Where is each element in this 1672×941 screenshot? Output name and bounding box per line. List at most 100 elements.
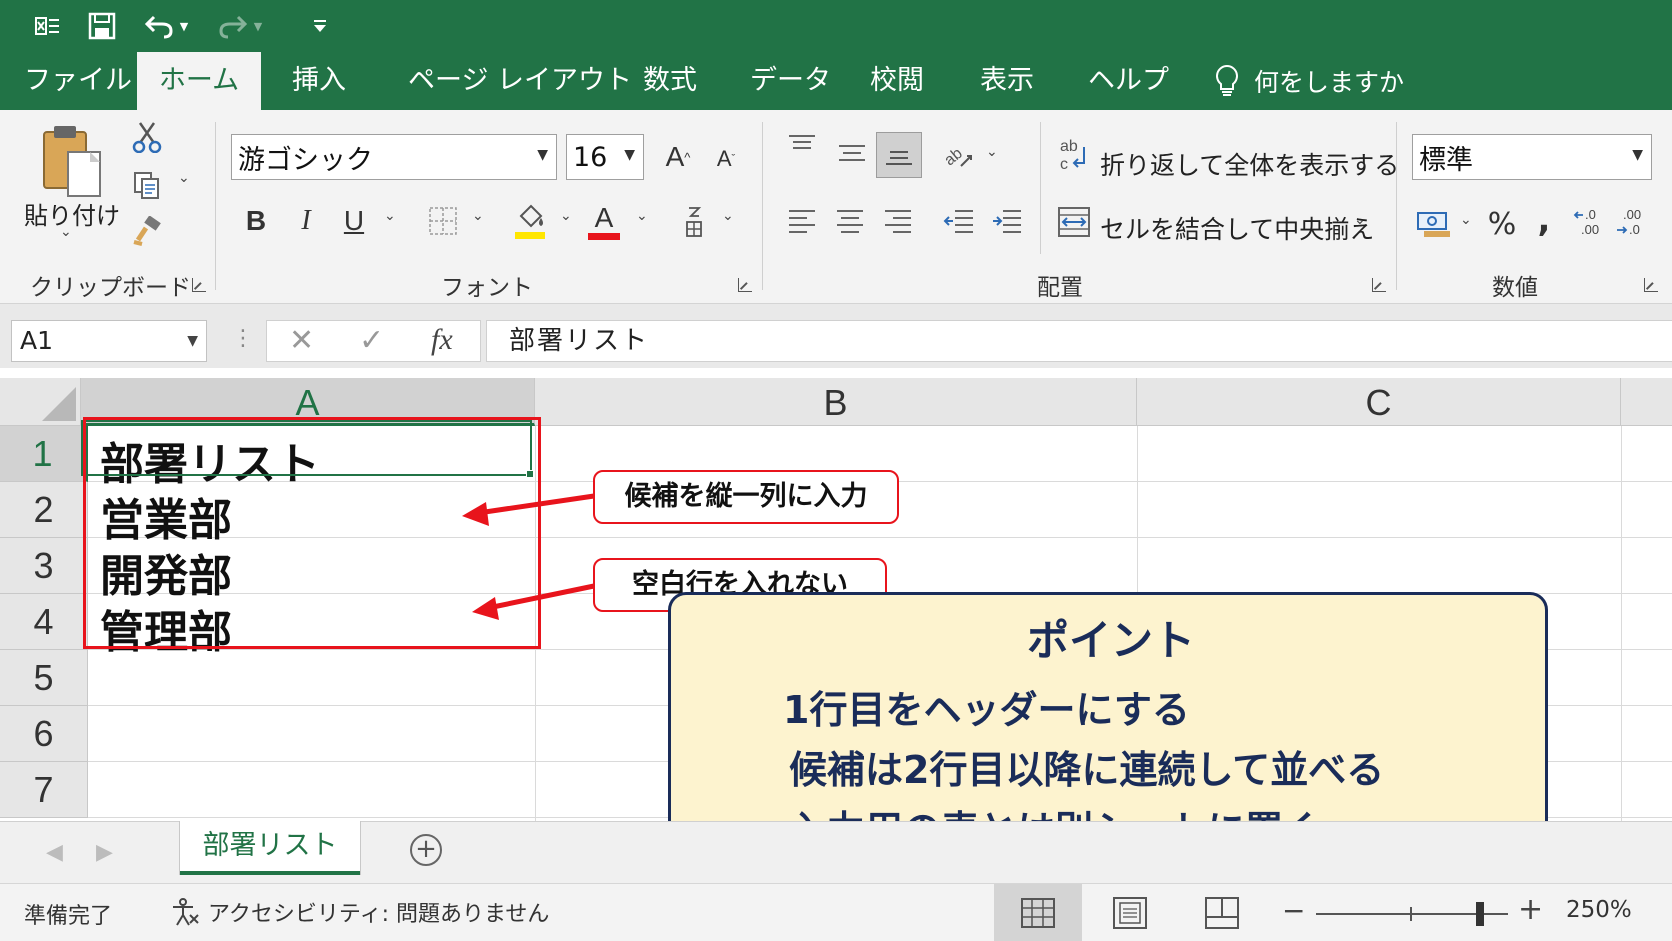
accessibility-status[interactable]: アクセシビリティ: 問題ありません: [170, 896, 549, 928]
comma-style-button[interactable]: ,: [1532, 200, 1556, 240]
chevron-down-icon[interactable]: ⌄: [560, 208, 572, 224]
customize-toolbar-icon[interactable]: [306, 8, 334, 44]
sheet-tab-department-list[interactable]: 部署リスト: [180, 821, 360, 875]
chevron-down-icon[interactable]: ⌄: [1460, 212, 1472, 228]
column-header-d[interactable]: [1621, 378, 1672, 426]
row-header-7[interactable]: 7: [0, 762, 88, 818]
prev-sheet-icon[interactable]: ◀: [46, 840, 63, 865]
add-sheet-icon[interactable]: +: [410, 834, 442, 866]
cut-icon[interactable]: [130, 120, 164, 154]
zoom-in-button[interactable]: +: [1518, 892, 1543, 927]
svg-text:.0: .0: [1629, 222, 1640, 237]
decrease-indent-icon[interactable]: [942, 204, 976, 240]
merge-center-icon[interactable]: [1056, 202, 1092, 242]
phonetic-icon[interactable]: [680, 202, 708, 242]
point-title: ポイント: [1026, 616, 1195, 665]
enter-icon[interactable]: ✓: [359, 323, 384, 358]
chevron-down-icon[interactable]: ⌄: [1354, 212, 1366, 228]
column-header-c[interactable]: C: [1137, 378, 1621, 426]
column-header-b[interactable]: B: [535, 378, 1137, 426]
tab-insert[interactable]: 挿入: [292, 52, 346, 110]
tab-home[interactable]: ホーム: [137, 52, 261, 110]
tab-review[interactable]: 校閲: [870, 52, 924, 110]
save-icon[interactable]: [84, 8, 120, 44]
select-all-button[interactable]: [0, 378, 81, 426]
percent-style-button[interactable]: %: [1484, 204, 1520, 244]
cancel-icon[interactable]: ✕: [289, 323, 314, 358]
orientation-icon[interactable]: ab: [940, 134, 976, 174]
wrap-text-icon[interactable]: ab c: [1056, 134, 1092, 174]
top-align-icon[interactable]: [786, 130, 818, 160]
redo-icon[interactable]: ▼: [210, 8, 270, 44]
chevron-down-icon[interactable]: ⌄: [636, 208, 648, 224]
increase-decimal-icon[interactable]: .0.00: [1572, 204, 1608, 242]
page-layout-view-button[interactable]: [1086, 884, 1174, 941]
next-sheet-icon[interactable]: ▶: [96, 840, 113, 865]
number-launcher-icon[interactable]: [1644, 278, 1658, 292]
chevron-down-icon[interactable]: ⌄: [60, 224, 72, 240]
svg-text:.00: .00: [1623, 207, 1641, 222]
increase-indent-icon[interactable]: [990, 204, 1024, 240]
paste-icon[interactable]: [38, 122, 108, 202]
middle-align-icon[interactable]: [836, 138, 868, 168]
row-header-2[interactable]: 2: [0, 482, 88, 538]
clipboard-launcher-icon[interactable]: [192, 278, 206, 292]
chevron-down-icon[interactable]: ⌄: [178, 170, 190, 186]
italic-button[interactable]: I: [290, 200, 322, 242]
align-left-icon[interactable]: [786, 204, 818, 240]
accounting-format-icon[interactable]: [1414, 206, 1454, 242]
row-header-1[interactable]: 1: [0, 426, 88, 482]
increase-font-size-icon[interactable]: A ^: [660, 134, 696, 180]
normal-view-button[interactable]: [994, 884, 1082, 941]
row-header-4[interactable]: 4: [0, 594, 88, 650]
undo-icon[interactable]: ▼: [136, 8, 196, 44]
formula-input[interactable]: 部署リスト: [486, 320, 1672, 362]
point-line-1: 1行目をヘッダーにする: [783, 688, 1190, 732]
row-header-5[interactable]: 5: [0, 650, 88, 706]
tab-file[interactable]: ファイル: [24, 52, 132, 110]
copy-icon[interactable]: [130, 168, 164, 202]
align-right-icon[interactable]: [882, 204, 914, 240]
font-name-select[interactable]: 游ゴシック ▼: [231, 134, 557, 180]
bottom-align-icon[interactable]: [876, 132, 922, 178]
chevron-down-icon[interactable]: ⌄: [472, 208, 484, 224]
paste-label[interactable]: 貼り付け: [24, 196, 120, 231]
tab-formulas[interactable]: 数式: [643, 52, 697, 110]
align-center-icon[interactable]: [834, 204, 866, 240]
decrease-decimal-icon[interactable]: .00.0: [1614, 204, 1650, 242]
insert-function-button[interactable]: fx: [431, 323, 453, 357]
decrease-font-size-icon[interactable]: Aˇ: [708, 138, 744, 180]
chevron-down-icon[interactable]: ⌄: [722, 208, 734, 224]
font-color-icon[interactable]: A: [586, 198, 622, 244]
tab-data[interactable]: データ: [750, 52, 831, 110]
tab-help[interactable]: ヘルプ: [1088, 52, 1169, 110]
bold-button[interactable]: B: [240, 200, 272, 242]
name-box[interactable]: A1 ▼: [11, 320, 207, 362]
font-launcher-icon[interactable]: [738, 278, 752, 292]
underline-button[interactable]: U: [338, 200, 370, 242]
tab-page-layout[interactable]: ページ レイアウト: [408, 52, 632, 110]
tell-me-search[interactable]: 何をしますか: [1214, 52, 1404, 110]
wrap-text-label[interactable]: 折り返して全体を表示する: [1100, 146, 1399, 182]
title-bar: ▼ ▼: [0, 0, 1672, 52]
autosave-icon[interactable]: [30, 8, 66, 44]
row-header-3[interactable]: 3: [0, 538, 88, 594]
borders-icon[interactable]: [426, 204, 460, 238]
tab-view[interactable]: 表示: [980, 52, 1034, 110]
number-format-select[interactable]: 標準 ▼: [1412, 134, 1652, 180]
row-header-6[interactable]: 6: [0, 706, 88, 762]
zoom-level[interactable]: 250%: [1566, 897, 1632, 923]
chevron-down-icon[interactable]: ⌄: [384, 208, 396, 224]
zoom-slider-thumb[interactable]: [1476, 902, 1484, 926]
fill-color-icon[interactable]: [512, 200, 548, 244]
format-painter-icon[interactable]: [130, 214, 164, 248]
number-group-label: 数値: [1492, 275, 1538, 301]
grid-line: [1621, 426, 1622, 821]
zoom-out-button[interactable]: −: [1282, 894, 1305, 927]
page-break-view-button[interactable]: [1178, 884, 1266, 941]
font-size-select[interactable]: 16 ▼: [566, 134, 644, 180]
chevron-down-icon[interactable]: ⌄: [986, 144, 998, 160]
font-name-value: 游ゴシック: [238, 144, 373, 176]
alignment-launcher-icon[interactable]: [1372, 278, 1386, 292]
merge-center-label[interactable]: セルを結合して中央揃え: [1100, 210, 1374, 246]
